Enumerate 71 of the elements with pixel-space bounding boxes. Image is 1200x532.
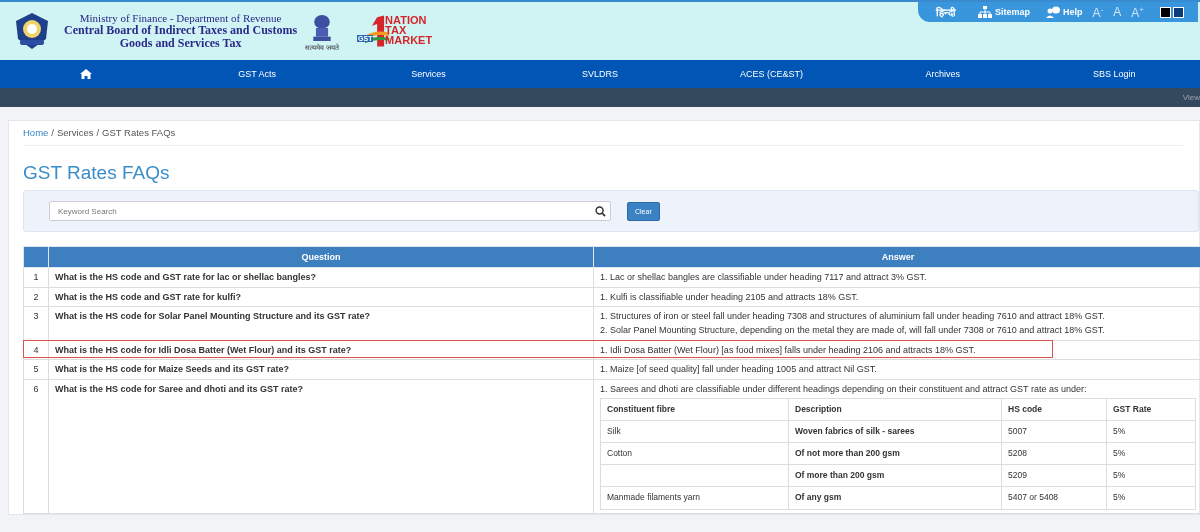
row-number: 1: [23, 267, 49, 288]
breadcrumb-separator: /: [51, 127, 54, 138]
font-size-button[interactable]: A$^{-}$: [1092, 4, 1104, 20]
view-link[interactable]: View: [1182, 93, 1200, 102]
subtable-cell: 5209: [1001, 464, 1107, 487]
nav-link[interactable]: SBS Login: [1029, 69, 1200, 79]
nav-link[interactable]: ACES (CE&ST): [686, 69, 857, 79]
subtable-cell: 5%: [1106, 486, 1196, 510]
question-cell: What is the HS code for Maize Seeds and its GST rate?: [48, 359, 594, 380]
breadcrumb-item: Services: [57, 127, 94, 138]
help-person-icon: [1046, 6, 1061, 18]
answer-text: 1. Structures of iron or steel fall under heading 7308 and structures of aluminium fall under heading 7610 and attract 18% GST.: [600, 311, 1106, 324]
answer-text: 1. Sarees and dhoti are classifiable under different headings depending on their constituent and attract GST rate as under:: [600, 384, 1088, 396]
answer-text: 1. Lac or shellac bangles are classifiable under heading 7117 and attract 3% GST.: [600, 272, 928, 284]
breadcrumb-item: GST Rates FAQs: [102, 127, 176, 138]
sitemap-link[interactable]: Sitemap: [978, 6, 1031, 18]
row-number: 6: [23, 379, 49, 514]
subtable-cell: Manmade filaments yarn: [600, 486, 789, 510]
question-cell: What is the HS code and GST rate for kulfi?: [48, 287, 594, 307]
subtable-cell: 5007: [1001, 420, 1107, 443]
board-name: Central Board of Indirect Taxes and Customs: [64, 23, 298, 38]
font-size-button[interactable]: A: [1113, 5, 1122, 19]
subtable-cell: 5208: [1001, 442, 1107, 465]
subtable-header: HS code: [1001, 398, 1107, 421]
question-cell: What is the HS code and GST rate for lac or shellac bangles?: [48, 267, 594, 288]
row-number: 3: [23, 306, 49, 341]
answer-text: 1. Idli Dosa Batter (Wet Flour) [as food mixes] falls under heading 2106 and attracts 18% GST.: [600, 344, 977, 357]
ministry-name: Ministry of Finance - Department of Revenue: [79, 11, 282, 24]
language-link[interactable]: हिन्दी: [936, 5, 957, 19]
subtable-cell: Of any gsm: [788, 486, 1002, 510]
home-icon: [79, 69, 92, 79]
question-cell: What is the HS code for Idli Dosa Batter (Wet Flour) and its GST rate?: [48, 340, 594, 360]
page-title: GST Rates FAQs: [23, 162, 171, 184]
logo-word: TAX: [385, 26, 407, 36]
row-number: 2: [23, 287, 49, 307]
nav-link[interactable]: GST Acts: [172, 69, 343, 79]
theme-swatch[interactable]: [1173, 6, 1184, 18]
help-link[interactable]: Help: [1046, 6, 1083, 18]
font-size-button[interactable]: A$^{+}$: [1131, 4, 1144, 20]
subtable-cell: Cotton: [600, 442, 789, 465]
subtable-cell: Of not more than 200 gsm: [788, 442, 1002, 465]
logo-word: MARKET: [385, 35, 433, 46]
subtable-cell: 5%: [1106, 442, 1196, 465]
subtable-header: GST Rate: [1106, 398, 1196, 421]
breadcrumb-separator: /: [96, 127, 100, 138]
table-header: Question: [48, 246, 594, 268]
question-cell: What is the HS code for Saree and dhoti and its GST rate?: [48, 379, 594, 514]
subtable-cell: 5%: [1106, 420, 1196, 443]
search-icon[interactable]: [595, 206, 606, 217]
subtable-header: Constituent fibre: [600, 398, 789, 421]
row-number: 5: [23, 359, 49, 380]
nav-link[interactable]: Services: [343, 69, 514, 79]
subtable-cell: 5%: [1106, 464, 1196, 487]
search-field[interactable]: Keyword Search: [49, 201, 611, 221]
table-header: Answer: [593, 246, 1200, 268]
department-name: Goods and Services Tax: [119, 37, 242, 51]
subtable-cell: Woven fabrics of silk - sarees: [788, 420, 1002, 443]
answer-text: 2. Solar Panel Mounting Structure, depending on the metal they are made of, will fall under 7308 or 7610 and attract 18% GST.: [600, 325, 1106, 337]
nav-link[interactable]: SVLDRS: [514, 69, 685, 79]
subtable-cell: Of more than 200 gsm: [788, 464, 1002, 487]
table-header: [23, 246, 49, 268]
subtable-cell: 5407 or 5408: [1001, 486, 1107, 510]
theme-swatch[interactable]: [1160, 6, 1171, 18]
nav-link[interactable]: Archives: [857, 69, 1028, 79]
answer-text: 1. Kulfi is classifiable under heading 2105 and attracts 18% GST.: [600, 291, 860, 304]
breadcrumb-link[interactable]: Home: [23, 127, 49, 138]
subtable-cell: Silk: [600, 420, 789, 443]
logo-word: NATION: [385, 16, 428, 27]
subtable-header: Description: [788, 398, 1002, 421]
answer-text: 1. Maize [of seed quality] fall under heading 1005 and attract Nil GST.: [600, 364, 878, 377]
sitemap-icon: [978, 6, 993, 18]
